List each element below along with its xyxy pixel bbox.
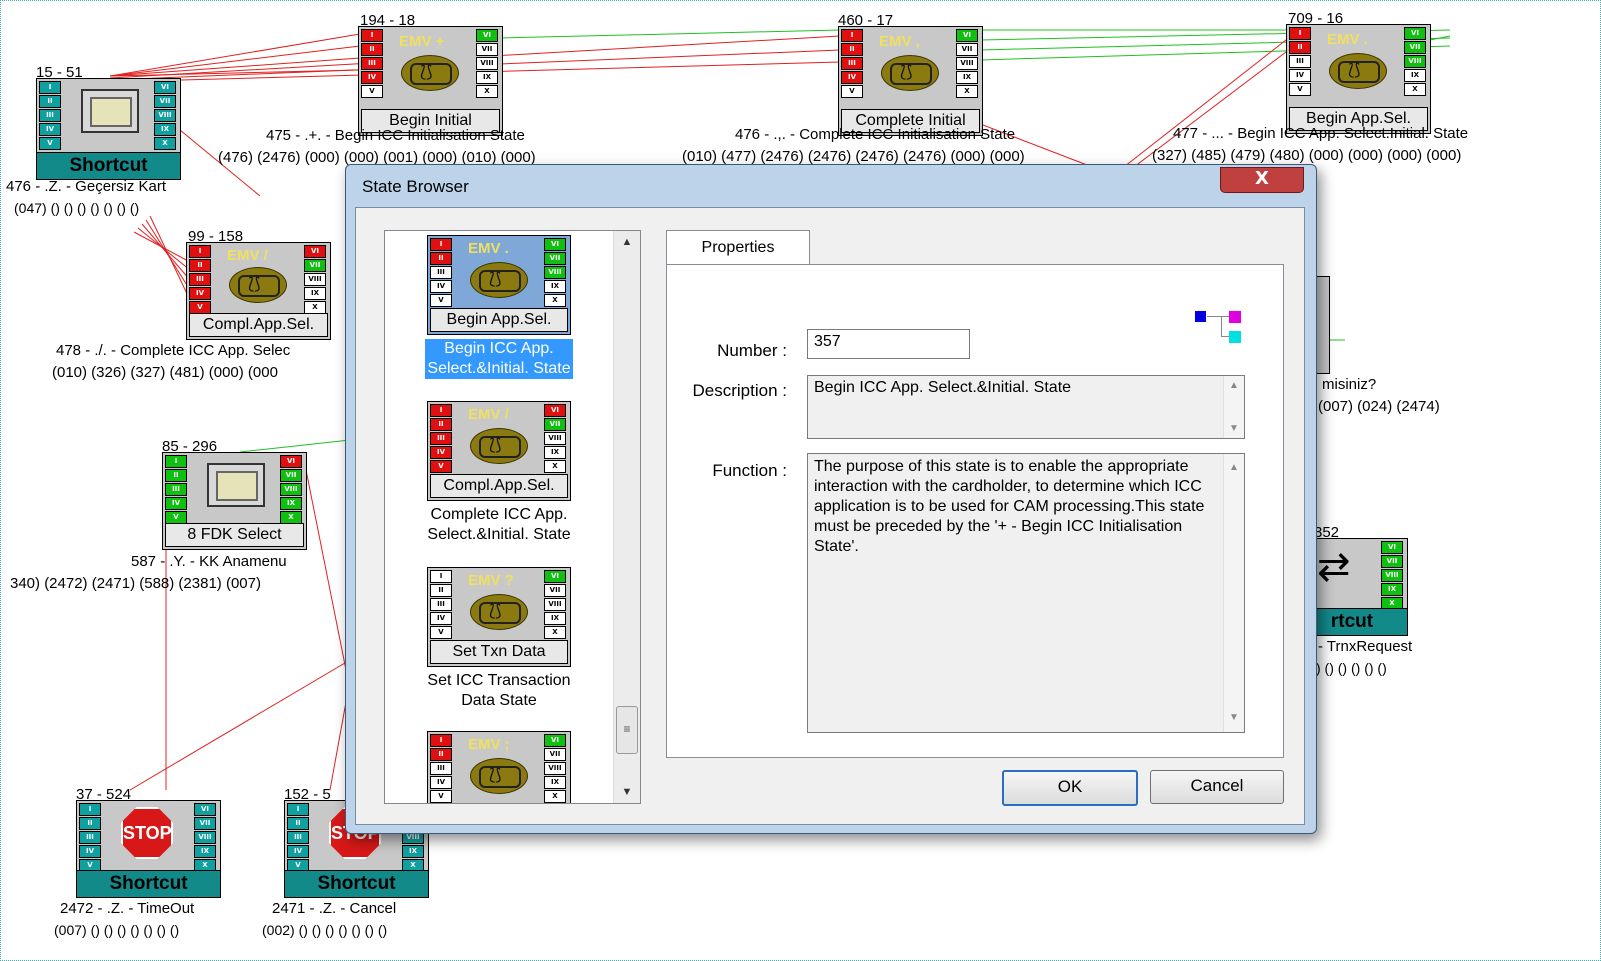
dialog-title: State Browser: [362, 177, 469, 196]
node-caption: Compl.App.Sel.: [189, 313, 328, 337]
item-caption: Set Txn Data: [430, 640, 568, 664]
node-label: 475 - .+. - Begin ICC Initialisation Sta…: [266, 127, 525, 144]
chip-icon: [229, 267, 287, 303]
node-label: 587 - .Y. - KK Anamenu: [131, 553, 287, 570]
function-label: Function :: [712, 461, 787, 480]
transfer-arrows-icon: ⇄: [1317, 545, 1351, 589]
node-refs: (010) (326) (327) (481) (000) (000: [52, 364, 278, 381]
node-refs: (010) (477) (2476) (2476) (2476) (2476) …: [682, 148, 1025, 165]
node-label: - TrnxRequest: [1318, 638, 1413, 655]
ok-button[interactable]: OK: [1002, 770, 1138, 806]
node-refs: (007) (024) (2474): [1318, 398, 1440, 415]
node-label: 2471 - .Z. - Cancel: [272, 900, 397, 917]
state-type-icon: [1195, 311, 1251, 345]
chip-icon: [470, 262, 528, 298]
connection-wire: [129, 659, 351, 791]
shortcut-label: Shortcut: [77, 870, 220, 897]
item-caption: Compl.App.Sel.: [430, 474, 568, 498]
chip-icon: [1329, 53, 1387, 89]
description-label: Description :: [692, 381, 787, 400]
emv-title: EMV /: [227, 247, 268, 264]
node-refs: (327) (485) (479) (480) (000) (000) (000…: [1152, 147, 1462, 164]
list-scrollbar[interactable]: ▲ ≡ ▼: [613, 231, 640, 803]
emv-title: EMV ,: [879, 33, 920, 50]
node-refs: (007) () () () () () () (): [54, 922, 180, 938]
tab-properties[interactable]: Properties: [666, 230, 810, 265]
emv-title: EMV ?: [468, 572, 514, 589]
emv-title: EMV /: [468, 406, 509, 423]
connection-wire: [137, 227, 191, 271]
scroll-up-arrow-icon[interactable]: ▲: [614, 231, 640, 253]
connection-wire: [141, 223, 191, 281]
item-label: Begin ICC App. Select.&Initial. State: [425, 339, 573, 379]
chip-icon: [470, 428, 528, 464]
node-label: 2472 - .Z. - TimeOut: [60, 900, 195, 917]
item-caption: Begin App.Sel.: [430, 308, 568, 332]
dialog-body: IIIIIIIVV EMV . VIVIIVIIIIXX Begin App.S…: [355, 207, 1305, 825]
shortcut-label: Shortcut: [285, 870, 428, 897]
connection-wire: [303, 459, 351, 691]
list-item[interactable]: IIIIIIIVV EMV / VIVIIVIIIIXX Compl.App.S…: [385, 401, 613, 545]
chip-icon: [401, 55, 459, 91]
function-text: The purpose of this state is to enable t…: [814, 458, 1205, 555]
node-refs: (047) () () () () () () (): [14, 200, 140, 216]
item-label: Complete ICC App. Select.&Initial. State: [427, 506, 571, 543]
item-label: Set ICC Transaction Data State: [427, 672, 571, 709]
monitor-icon: [81, 89, 139, 133]
shortcut-label: Shortcut: [37, 152, 180, 179]
stop-icon: STOP: [121, 807, 173, 859]
node-label: 476 - .,. - Complete ICC Initialisation …: [735, 126, 1016, 143]
emv-title: EMV ;: [468, 736, 510, 753]
function-scrollbar[interactable]: ▲ ▼: [1223, 454, 1244, 732]
close-button[interactable]: X: [1220, 167, 1304, 193]
chip-icon: [470, 594, 528, 630]
list-item[interactable]: IIIIIIIVV EMV . VIVIIVIIIIXX Begin App.S…: [385, 235, 613, 379]
connection-wire: [499, 29, 841, 39]
connection-wire: [109, 33, 361, 77]
node-label: 478 - ./. - Complete ICC App. Selec: [56, 342, 291, 359]
node-refs: ) () () () () (): [1316, 660, 1387, 676]
node-label: 477 - ... - Begin ICC App. Select.Initia…: [1173, 125, 1469, 142]
node-refs: (002) () () () () () () (): [262, 922, 388, 938]
emv-title: EMV .: [1327, 31, 1368, 48]
node-label: misiniz?: [1322, 376, 1377, 393]
node-label: 476 - .Z. - Geçersiz Kart: [6, 178, 167, 195]
description-text: Begin ICC App. Select.&Initial. State: [814, 379, 1072, 396]
scroll-thumb[interactable]: ≡: [616, 706, 638, 754]
description-scrollbar[interactable]: ▲ ▼: [1223, 376, 1244, 438]
state-list[interactable]: IIIIIIIVV EMV . VIVIIVIIIIXX Begin App.S…: [384, 230, 641, 804]
chip-icon: [881, 55, 939, 91]
list-item[interactable]: IIIIIIIVV EMV ; VIVIIVIIIIXX: [385, 731, 613, 803]
properties-panel: Number : 357 Description : Begin ICC App…: [666, 264, 1284, 758]
monitor-icon: [207, 463, 265, 507]
function-field[interactable]: The purpose of this state is to enable t…: [807, 453, 1245, 733]
connection-wire: [239, 439, 351, 453]
state-browser-dialog: State Browser X IIIIIIIVV EMV . VIVIIVII…: [345, 164, 1317, 834]
emv-title: EMV +: [399, 33, 445, 50]
list-item[interactable]: IIIIIIIVV EMV ? VIVIIVIIIIXX Set Txn Dat…: [385, 567, 613, 711]
description-field[interactable]: Begin ICC App. Select.&Initial. State ▲ ▼: [807, 375, 1245, 439]
connection-wire: [133, 231, 191, 263]
node-caption: 8 FDK Select: [165, 523, 304, 547]
number-label: Number :: [717, 341, 787, 360]
chip-icon: [470, 758, 528, 794]
number-field[interactable]: 357: [807, 329, 970, 359]
node-refs: 340) (2472) (2471) (588) (2381) (007): [10, 575, 261, 592]
cancel-button[interactable]: Cancel: [1150, 770, 1284, 804]
emv-title: EMV .: [468, 240, 509, 257]
scroll-down-arrow-icon[interactable]: ▼: [614, 781, 640, 803]
